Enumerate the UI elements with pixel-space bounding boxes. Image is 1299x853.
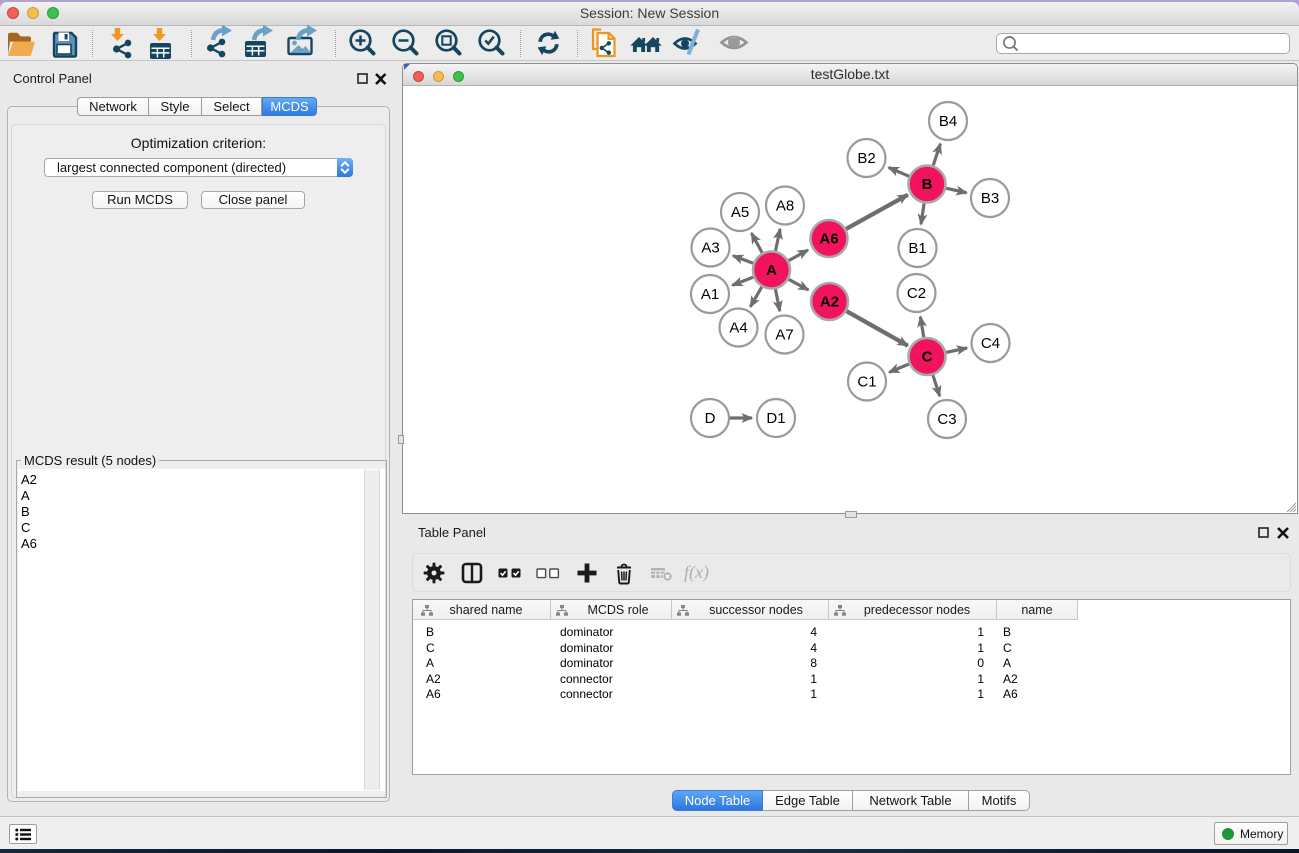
svg-text:C: C <box>922 349 933 366</box>
svg-text:A6: A6 <box>819 231 838 248</box>
svg-text:C4: C4 <box>981 335 1000 352</box>
svg-text:D: D <box>705 410 716 427</box>
svg-text:A4: A4 <box>729 320 747 337</box>
svg-text:A3: A3 <box>701 240 719 257</box>
svg-text:A2: A2 <box>820 294 839 311</box>
svg-text:B3: B3 <box>981 190 999 207</box>
svg-text:B4: B4 <box>939 113 957 130</box>
svg-text:B1: B1 <box>908 240 926 257</box>
svg-text:C1: C1 <box>857 374 876 391</box>
svg-text:A8: A8 <box>776 198 794 215</box>
svg-text:B2: B2 <box>857 150 875 167</box>
svg-text:C2: C2 <box>907 285 926 302</box>
svg-text:A5: A5 <box>731 204 749 221</box>
svg-text:A: A <box>766 262 777 279</box>
svg-text:A1: A1 <box>701 286 719 303</box>
svg-text:A7: A7 <box>775 327 793 344</box>
svg-text:D1: D1 <box>766 410 785 427</box>
svg-text:C3: C3 <box>937 411 956 428</box>
svg-text:B: B <box>922 176 933 193</box>
